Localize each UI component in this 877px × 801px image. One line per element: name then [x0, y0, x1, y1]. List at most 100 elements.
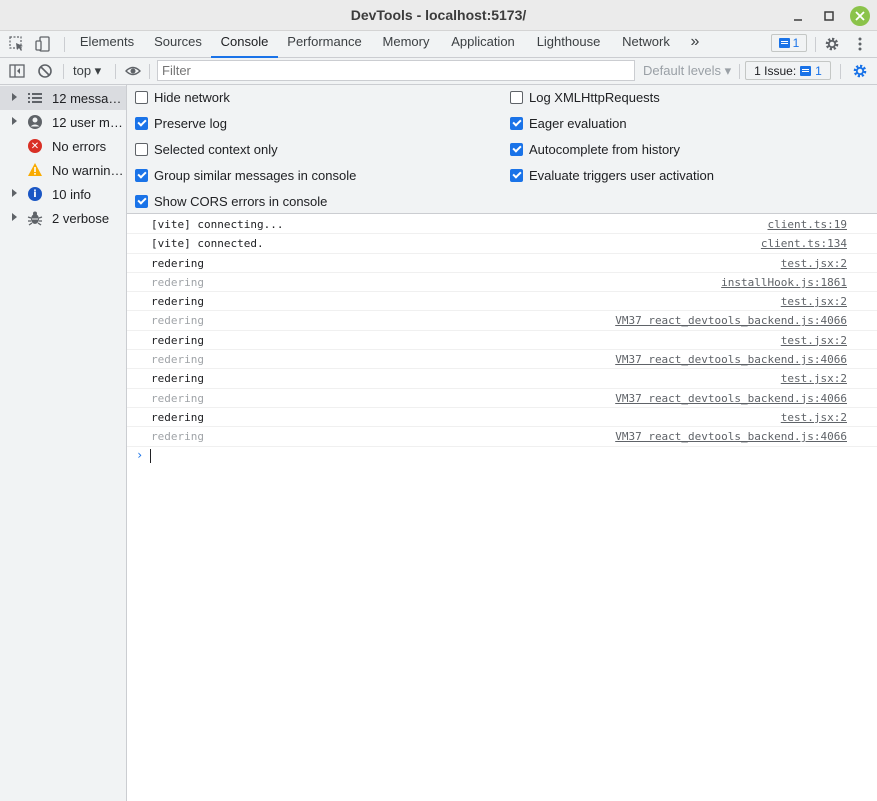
tab-lighthouse[interactable]: Lighthouse	[532, 31, 605, 58]
context-selector[interactable]: top ▾	[73, 63, 101, 79]
log-message: redering	[151, 256, 204, 270]
gear-icon[interactable]	[823, 35, 841, 53]
sidebar-toggle-icon[interactable]	[8, 62, 26, 80]
minimize-icon[interactable]	[788, 6, 808, 26]
issues-label: 1 Issue:	[754, 63, 797, 78]
issues-button[interactable]: 1 Issue: 1	[745, 61, 831, 80]
tab-network[interactable]: Network	[617, 31, 675, 58]
tab-application[interactable]: Application	[446, 31, 520, 58]
selected-context-option[interactable]: Selected context only	[135, 142, 278, 157]
log-source-link[interactable]: VM37 react_devtools_backend.js:4066	[615, 392, 847, 405]
divider	[739, 64, 740, 79]
console-settings-panel: Hide network Preserve log Selected conte…	[127, 85, 877, 214]
sidebar-item-warnings[interactable]: No warnings	[0, 158, 126, 182]
eye-icon[interactable]	[124, 62, 142, 80]
eager-eval-option[interactable]: Eager evaluation	[510, 116, 627, 131]
log-row: redering test.jsx:2	[127, 408, 877, 428]
sidebar-item-messages[interactable]: 12 messages	[0, 86, 126, 110]
preserve-log-option[interactable]: Preserve log	[135, 116, 227, 131]
autocomplete-checkbox[interactable]	[510, 143, 523, 156]
option-label: Evaluate triggers user activation	[529, 168, 714, 183]
option-label: Autocomplete from history	[529, 142, 681, 157]
log-source-link[interactable]: installHook.js:1861	[721, 276, 847, 289]
maximize-icon[interactable]	[819, 6, 839, 26]
log-message: redering	[151, 430, 204, 444]
hide-network-option[interactable]: Hide network	[135, 90, 230, 105]
log-source-link[interactable]: test.jsx:2	[781, 257, 847, 270]
show-cors-option[interactable]: Show CORS errors in console	[135, 194, 327, 209]
log-source-link[interactable]: client.ts:19	[768, 218, 847, 231]
log-source-link[interactable]: test.jsx:2	[781, 295, 847, 308]
window-title: DevTools - localhost:5173/	[350, 7, 527, 23]
log-message: redering	[151, 372, 204, 386]
log-message: redering	[151, 314, 204, 328]
close-icon[interactable]	[850, 6, 870, 26]
user-icon	[27, 114, 43, 130]
log-source-link[interactable]: test.jsx:2	[781, 411, 847, 424]
log-source-link[interactable]: test.jsx:2	[781, 372, 847, 385]
log-xhr-checkbox[interactable]	[510, 91, 523, 104]
expand-arrow-icon[interactable]	[12, 213, 17, 221]
option-label: Show CORS errors in console	[154, 194, 328, 209]
messages-badge[interactable]: 1	[771, 34, 807, 52]
log-row: redering test.jsx:2	[127, 254, 877, 273]
sidebar-item-user-messages[interactable]: 12 user messages	[0, 110, 126, 134]
log-message: redering	[151, 391, 204, 405]
log-message: redering	[151, 410, 204, 424]
sidebar-item-label: No errors	[52, 139, 107, 154]
show-cors-checkbox[interactable]	[135, 195, 148, 208]
console-input[interactable]	[150, 449, 151, 463]
clear-console-icon[interactable]	[36, 62, 54, 80]
group-similar-checkbox[interactable]	[135, 169, 148, 182]
log-xhr-option[interactable]: Log XMLHttpRequests	[510, 90, 660, 105]
log-source-link[interactable]: VM37 react_devtools_backend.js:4066	[615, 314, 847, 327]
sidebar-item-info[interactable]: i 10 info	[0, 182, 126, 206]
issues-count: 1	[815, 63, 822, 78]
tab-console[interactable]: Console	[211, 31, 278, 58]
messages-count: 1	[792, 36, 800, 50]
title-bar: DevTools - localhost:5173/	[0, 0, 877, 31]
divider	[115, 64, 116, 79]
list-icon	[27, 90, 43, 106]
panel-tab-bar: Elements Sources Console Performance Mem…	[0, 31, 877, 58]
option-label: Group similar messages in console	[154, 168, 357, 183]
log-message: [vite] connecting...	[151, 218, 284, 231]
sidebar-item-label: 2 verbose	[52, 211, 110, 226]
log-source-link[interactable]: client.ts:134	[761, 237, 847, 250]
kebab-menu-icon[interactable]	[851, 35, 869, 53]
group-similar-option[interactable]: Group similar messages in console	[135, 168, 356, 183]
console-settings-icon[interactable]	[851, 62, 869, 80]
hide-network-checkbox[interactable]	[135, 91, 148, 104]
log-levels-dropdown[interactable]: Default levels ▾	[643, 63, 731, 79]
divider	[64, 37, 65, 52]
device-toolbar-icon[interactable]	[34, 35, 52, 53]
tab-elements[interactable]: Elements	[74, 31, 140, 58]
tab-sources[interactable]: Sources	[148, 31, 208, 58]
message-icon	[778, 38, 790, 48]
filter-input[interactable]	[157, 60, 635, 81]
evaluate-triggers-option[interactable]: Evaluate triggers user activation	[510, 168, 714, 183]
inspect-element-icon[interactable]	[8, 35, 26, 53]
autocomplete-option[interactable]: Autocomplete from history	[510, 142, 680, 157]
eager-eval-checkbox[interactable]	[510, 117, 523, 130]
tab-memory[interactable]: Memory	[377, 31, 435, 58]
more-tabs-icon[interactable]: »	[686, 31, 704, 58]
evaluate-triggers-checkbox[interactable]	[510, 169, 523, 182]
sidebar-item-label: 12 user messages	[52, 115, 124, 130]
log-message: redering	[151, 353, 204, 367]
expand-arrow-icon[interactable]	[12, 117, 17, 125]
option-label: Log XMLHttpRequests	[529, 90, 660, 105]
tab-performance[interactable]: Performance	[283, 31, 366, 58]
preserve-log-checkbox[interactable]	[135, 117, 148, 130]
sidebar-item-verbose[interactable]: 2 verbose	[0, 206, 126, 230]
selected-context-checkbox[interactable]	[135, 143, 148, 156]
log-source-link[interactable]: VM37 react_devtools_backend.js:4066	[615, 353, 847, 366]
option-label: Selected context only	[154, 142, 278, 157]
expand-arrow-icon[interactable]	[12, 189, 17, 197]
sidebar-item-errors[interactable]: ✕ No errors	[0, 134, 126, 158]
divider	[63, 64, 64, 79]
console-log: [vite] connecting... client.ts:19 [vite]…	[127, 215, 877, 447]
log-source-link[interactable]: VM37 react_devtools_backend.js:4066	[615, 430, 847, 443]
log-source-link[interactable]: test.jsx:2	[781, 334, 847, 347]
expand-arrow-icon[interactable]	[12, 93, 17, 101]
